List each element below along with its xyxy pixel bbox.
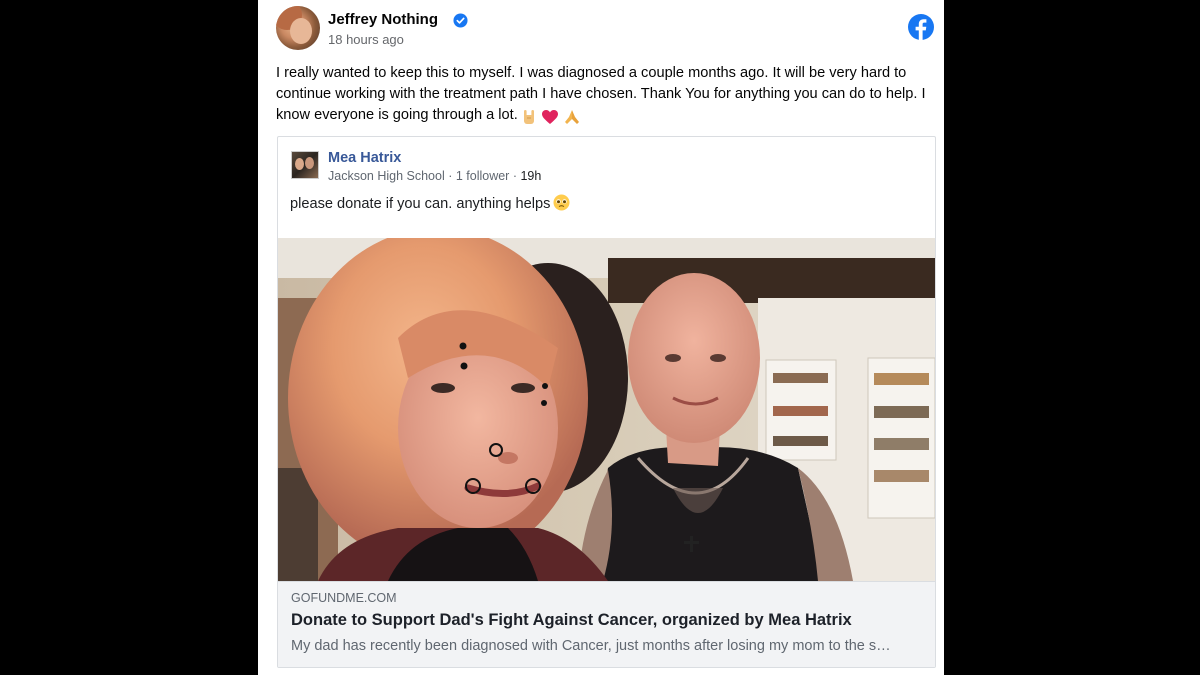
link-preview-image[interactable]: [278, 238, 935, 581]
shared-post: Mea Hatrix Jackson High School · 1 follo…: [277, 136, 936, 668]
post-text: I really wanted to keep this to myself. …: [276, 65, 926, 123]
shared-author-followers: 1 follower: [455, 169, 510, 183]
red-heart-icon: [541, 110, 558, 125]
facebook-post-embed: Jeffrey Nothing 18 hours ago I really wa…: [258, 0, 944, 675]
link-domain: GOFUNDME.COM: [291, 591, 397, 605]
post-header: Jeffrey Nothing 18 hours ago: [276, 6, 936, 52]
post-timestamp[interactable]: 18 hours ago: [328, 32, 404, 47]
verified-badge-icon: [453, 13, 468, 28]
author-name[interactable]: Jeffrey Nothing: [328, 11, 438, 28]
shared-post-text: please donate if you can. anything helps: [290, 196, 551, 212]
pleading-face-icon: [553, 194, 570, 211]
facebook-logo-icon[interactable]: [908, 14, 934, 40]
shared-post-time[interactable]: 19h: [520, 169, 541, 183]
post-emojis: [521, 107, 581, 128]
link-description: My dad has recently been diagnosed with …: [291, 638, 891, 654]
link-title[interactable]: Donate to Support Dad's Fight Against Ca…: [291, 611, 852, 630]
post-body: I really wanted to keep this to myself. …: [276, 63, 941, 128]
shared-author-name[interactable]: Mea Hatrix: [328, 150, 401, 166]
shared-author-avatar[interactable]: [291, 151, 319, 179]
sign-of-horns-icon: [523, 109, 534, 124]
link-preview-footer[interactable]: GOFUNDME.COM Donate to Support Dad's Fig…: [278, 581, 935, 667]
author-avatar[interactable]: [276, 6, 320, 50]
folded-hands-icon: [564, 110, 579, 125]
shared-post-body: please donate if you can. anything helps: [290, 194, 570, 212]
shared-author-school: Jackson High School: [328, 169, 445, 183]
shared-author-meta: Jackson High School · 1 follower · 19h: [328, 169, 542, 183]
selfie-photo: [278, 238, 935, 581]
